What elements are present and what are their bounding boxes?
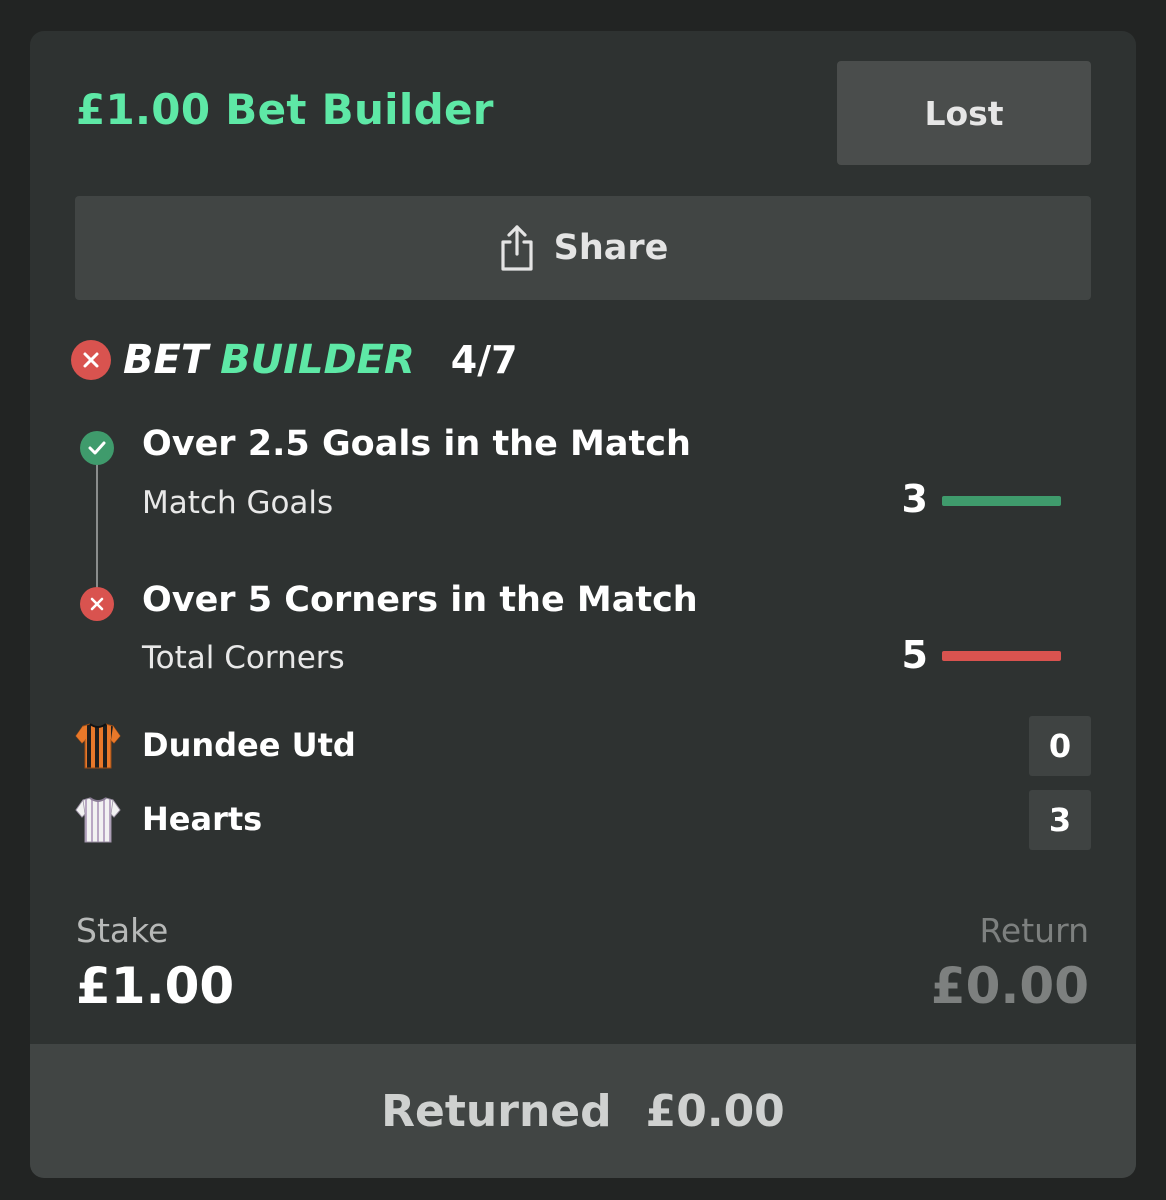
share-label: Share: [553, 228, 669, 268]
stake-value: £1.00: [76, 957, 235, 1015]
check-icon: [80, 431, 114, 465]
bet-builder-label-bet: BET: [123, 337, 209, 383]
stake-label: Stake: [76, 911, 169, 950]
bet-builder-header: BET BUILDER 4/7: [71, 337, 518, 383]
legs-connector-line: [96, 463, 98, 593]
returned-value: £0.00: [645, 1085, 785, 1137]
share-button[interactable]: Share: [75, 196, 1091, 300]
bet-card: £1.00 Bet Builder Lost Share BET BUILDER…: [30, 31, 1136, 1178]
returned-summary-bar: Returned £0.00: [30, 1044, 1136, 1178]
cross-icon: [80, 587, 114, 621]
leg-market: Match Goals: [142, 485, 334, 521]
leg-progress-bar: [942, 651, 1061, 661]
leg-title: Over 2.5 Goals in the Match: [142, 424, 691, 464]
return-value: £0.00: [930, 957, 1089, 1015]
bet-odds: 4/7: [450, 338, 518, 382]
team-score: 3: [1029, 790, 1091, 850]
cross-icon: [71, 340, 111, 380]
return-label: Return: [979, 911, 1089, 950]
team-row-away: Hearts 3: [75, 790, 1091, 850]
leg-title: Over 5 Corners in the Match: [142, 580, 698, 620]
team-row-home: Dundee Utd 0: [75, 716, 1091, 776]
share-icon: [498, 224, 536, 272]
team-score: 0: [1029, 716, 1091, 776]
team-name: Dundee Utd: [142, 726, 356, 764]
leg-market: Total Corners: [142, 640, 345, 676]
orange-black-striped-shirt-icon: [75, 722, 121, 774]
bet-builder-label-builder: BUILDER: [220, 337, 415, 383]
leg-stat-value: 3: [901, 477, 928, 521]
leg-stat-value: 5: [901, 633, 928, 677]
team-name: Hearts: [142, 800, 263, 838]
returned-label: Returned: [381, 1085, 612, 1137]
leg-progress-bar: [942, 496, 1061, 506]
bet-status-button[interactable]: Lost: [837, 61, 1091, 165]
white-striped-shirt-icon: [75, 796, 121, 848]
bet-title: £1.00 Bet Builder: [76, 85, 494, 134]
